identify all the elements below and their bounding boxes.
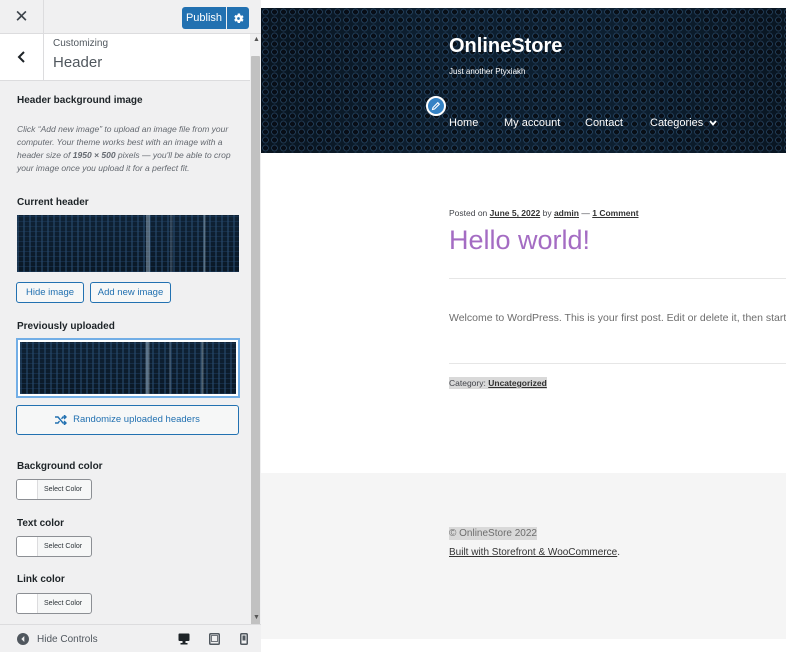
category-prefix: Category:: [449, 378, 486, 388]
nav-item-categories-label: Categories: [650, 117, 704, 129]
link-color-swatch: [17, 594, 38, 613]
post-meta: Posted on June 5, 2022 by admin — 1 Comm…: [449, 208, 639, 218]
post-body: Welcome to WordPress. This is your first…: [449, 312, 786, 324]
shuffle-icon: [55, 415, 68, 425]
site-header: OnlineStore Just another Ptyxiakh Home M…: [261, 8, 786, 153]
background-color-picker[interactable]: Select Color: [16, 479, 92, 500]
hide-controls-label: Hide Controls: [37, 633, 98, 645]
meta-dash: —: [581, 208, 590, 218]
scroll-up-arrow-icon[interactable]: ▲: [253, 36, 260, 43]
breadcrumb: Customizing: [53, 38, 109, 49]
scroll-thumb[interactable]: [251, 56, 260, 630]
previously-uploaded-header[interactable]: [16, 338, 240, 398]
post-category: Category: Uncategorized: [449, 377, 547, 389]
customizer-sidebar: ✕ Publish Customizing Header ▲ ▼ Header …: [0, 0, 261, 652]
previous-header-thumbnail: [20, 342, 236, 394]
nav-item-my-account[interactable]: My account: [504, 117, 560, 129]
post-author-link[interactable]: admin: [554, 208, 579, 218]
publish-button[interactable]: Publish: [182, 7, 226, 29]
background-color-label: Background color: [17, 461, 103, 472]
text-color-picker[interactable]: Select Color: [16, 536, 92, 557]
text-color-label: Text color: [17, 518, 65, 529]
nav-item-home[interactable]: Home: [449, 117, 478, 129]
nav-item-contact[interactable]: Contact: [585, 117, 623, 129]
current-header-thumbnail: [17, 215, 239, 272]
close-icon: ✕: [14, 7, 29, 26]
link-color-label: Link color: [17, 574, 65, 585]
randomize-headers-button[interactable]: Randomize uploaded headers: [16, 405, 239, 435]
site-preview: OnlineStore Just another Ptyxiakh Home M…: [261, 0, 786, 652]
customizer-topbar: ✕ Publish: [0, 0, 261, 34]
back-button[interactable]: [0, 34, 44, 80]
sidebar-scrollbar[interactable]: ▲ ▼: [250, 34, 261, 630]
copyright-text: © OnlineStore 2022: [449, 527, 537, 540]
link-color-picker[interactable]: Select Color: [16, 593, 92, 614]
hide-controls-button[interactable]: Hide Controls: [17, 625, 98, 652]
previously-uploaded-label: Previously uploaded: [17, 321, 115, 332]
section-title: Header: [53, 54, 103, 71]
header-image-heading: Header background image: [17, 95, 143, 106]
divider: [449, 363, 786, 364]
publish-settings-button[interactable]: [227, 7, 249, 29]
posted-on-text: Posted on: [449, 208, 488, 218]
randomize-label: Randomize uploaded headers: [73, 414, 200, 425]
post-comments-link[interactable]: 1 Comment: [592, 208, 638, 218]
category-link[interactable]: Uncategorized: [488, 378, 547, 388]
hide-image-button[interactable]: Hide image: [16, 282, 84, 303]
close-customizer-button[interactable]: ✕: [0, 0, 44, 34]
site-footer: © OnlineStore 2022 Built with Storefront…: [261, 473, 786, 639]
tablet-preview-icon[interactable]: [209, 633, 220, 645]
background-color-swatch: [17, 480, 38, 499]
credit-suffix: .: [617, 547, 620, 558]
chevron-down-icon: [709, 120, 717, 126]
divider: [449, 278, 786, 279]
select-color-text: Select Color: [44, 486, 83, 493]
nav-item-categories[interactable]: Categories: [650, 117, 717, 129]
pencil-icon: [431, 101, 441, 111]
chevron-left-icon: [17, 51, 25, 63]
site-title[interactable]: OnlineStore: [449, 35, 562, 58]
post-title[interactable]: Hello world!: [449, 225, 590, 256]
select-color-text: Select Color: [44, 543, 83, 550]
post-date-link[interactable]: June 5, 2022: [490, 208, 541, 218]
by-text: by: [542, 208, 552, 218]
header-image-description: Click “Add new image” to upload an image…: [17, 124, 231, 173]
customizer-footer: Hide Controls: [0, 624, 261, 652]
mobile-preview-icon[interactable]: [240, 633, 248, 645]
site-tagline: Just another Ptyxiakh: [449, 67, 526, 76]
desktop-preview-icon[interactable]: [178, 633, 190, 645]
collapse-arrow-icon: [17, 633, 29, 645]
section-header: Customizing Header: [0, 34, 250, 81]
add-new-image-button[interactable]: Add new image: [90, 282, 171, 303]
credit-text: Built with Storefront & WooCommerce.: [449, 547, 620, 558]
edit-shortcut-button[interactable]: [426, 96, 446, 116]
storefront-credit-link[interactable]: Built with Storefront & WooCommerce: [449, 547, 617, 558]
current-header-label: Current header: [17, 197, 89, 208]
scroll-down-arrow-icon[interactable]: ▼: [253, 614, 260, 621]
text-color-swatch: [17, 537, 38, 556]
select-color-text: Select Color: [44, 600, 83, 607]
gear-icon: [233, 13, 244, 23]
